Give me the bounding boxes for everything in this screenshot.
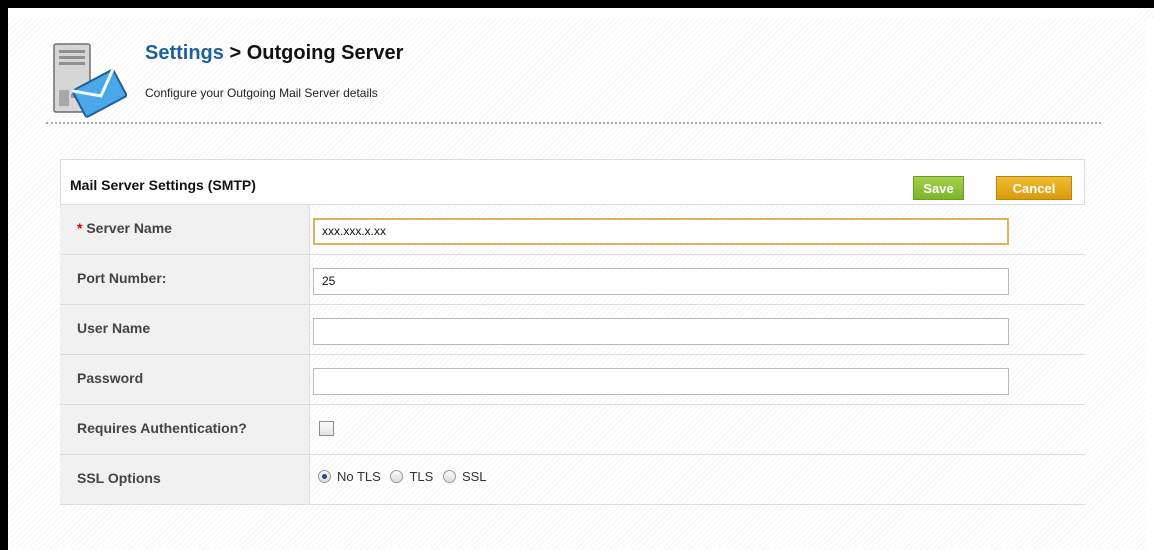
header-divider (46, 122, 1101, 124)
ssl-label: SSL Options (77, 470, 161, 486)
page-subtitle: Configure your Outgoing Mail Server deta… (145, 86, 378, 100)
cancel-button[interactable]: Cancel (996, 176, 1072, 200)
page-title-text: Outgoing Server (246, 42, 404, 64)
page-title: Settings > Outgoing Server (145, 42, 403, 65)
server-name-label: * Server Name (77, 220, 172, 236)
password-input[interactable] (313, 368, 1009, 395)
auth-label: Requires Authentication? (77, 420, 247, 436)
password-row: Password (60, 355, 1085, 405)
radio-tls-button[interactable] (390, 470, 404, 483)
right-strip (1146, 18, 1154, 550)
radio-ssl-label: SSL (461, 469, 487, 484)
server-name-row: * Server Name xxx.xxx.x.xx (60, 205, 1085, 255)
port-row: Port Number: 25 (60, 255, 1085, 305)
ssl-row: SSL Options No TLS TLS SSL (60, 455, 1085, 505)
radio-no-tls-label: No TLS (337, 469, 381, 484)
requires-auth-checkbox[interactable] (319, 421, 334, 436)
panel-header: Mail Server Settings (SMTP) Save Cancel (60, 159, 1085, 205)
breadcrumb-separator: > (223, 42, 247, 64)
panel-title: Mail Server Settings (SMTP) (70, 177, 256, 193)
username-label: User Name (77, 320, 151, 336)
username-input[interactable] (313, 318, 1009, 345)
top-strip (8, 8, 1138, 18)
username-row: User Name (60, 305, 1085, 355)
ssl-label-cell: SSL Options (60, 455, 310, 504)
radio-ssl[interactable]: SSL (442, 469, 487, 484)
auth-row: Requires Authentication? (60, 405, 1085, 455)
port-input[interactable]: 25 (313, 268, 1009, 295)
radio-tls-label: TLS (409, 469, 434, 484)
breadcrumb-settings-link[interactable]: Settings (145, 42, 224, 64)
server-name-input[interactable]: xxx.xxx.x.xx (313, 218, 1009, 245)
smtp-settings-panel: Mail Server Settings (SMTP) Save Cancel … (60, 159, 1085, 505)
password-label-cell: Password (60, 355, 310, 404)
radio-no-tls[interactable]: No TLS (318, 469, 381, 484)
server-name-label-text: Server Name (86, 220, 172, 236)
page-frame: Settings > Outgoing Server Configure you… (8, 8, 1154, 550)
ssl-options-group: No TLS TLS SSL (318, 469, 493, 484)
server-name-label-cell: * Server Name (60, 205, 310, 254)
port-label: Port Number: (77, 270, 167, 286)
port-label-cell: Port Number: (60, 255, 310, 304)
mail-server-icon (53, 43, 128, 118)
required-marker: * (77, 220, 87, 236)
username-label-cell: User Name (60, 305, 310, 354)
auth-label-cell: Requires Authentication? (60, 405, 310, 454)
password-label: Password (77, 370, 144, 386)
radio-no-tls-button[interactable] (318, 470, 331, 483)
save-button[interactable]: Save (913, 176, 964, 200)
radio-tls[interactable]: TLS (390, 469, 433, 484)
radio-ssl-button[interactable] (442, 470, 456, 483)
